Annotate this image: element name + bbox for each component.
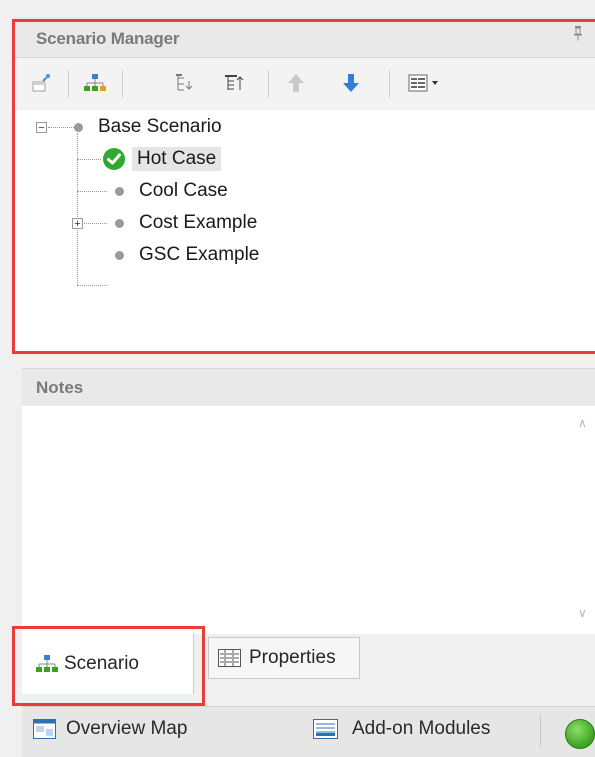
move-down-icon[interactable] [336, 68, 366, 98]
hierarchy-icon[interactable] [80, 68, 110, 98]
status-divider [540, 715, 541, 747]
add-on-modules-label: Add-on Modules [352, 718, 491, 739]
scenario-tree: − Base Scenario Hot Case Cool Case + Cos… [14, 112, 595, 353]
add-on-modules-icon [312, 717, 340, 741]
overview-map-label: Overview Map [66, 718, 188, 739]
expand-collapse-icon[interactable]: + [72, 218, 83, 230]
tab-scenario[interactable]: Scenario [22, 634, 194, 694]
properties-grid-icon [217, 647, 243, 669]
scroll-down-icon[interactable]: ∨ [578, 606, 587, 620]
tree-node-cost-example[interactable]: Cost Example [115, 208, 262, 238]
scenario-status-icon [115, 218, 124, 228]
scroll-up-icon[interactable]: ∧ [578, 416, 587, 430]
pin-icon[interactable] [573, 25, 583, 46]
tree-node-gsc-example[interactable]: GSC Example [115, 240, 264, 270]
tree-node-hot-case[interactable]: Hot Case [102, 144, 222, 174]
tree-node-label: Hot Case [132, 147, 222, 171]
tree-node-label: GSC Example [139, 244, 260, 265]
status-bar: Overview Map Add-on Modules [22, 706, 595, 757]
tab-label: Properties [249, 647, 336, 668]
scenario-status-icon [115, 186, 124, 196]
expand-collapse-icon[interactable]: − [36, 122, 47, 134]
collapse-tree-icon[interactable] [170, 68, 200, 98]
checkmark-icon [102, 147, 126, 171]
tree-node-label: Cool Case [139, 180, 228, 201]
add-on-modules-button[interactable]: Add-on Modules [312, 717, 490, 741]
tree-node-label: Cost Example [139, 212, 258, 233]
move-up-icon[interactable] [281, 68, 311, 98]
overview-map-button[interactable]: Overview Map [32, 717, 187, 741]
status-indicator-icon[interactable] [565, 719, 595, 749]
scenario-tree-icon [34, 653, 60, 675]
scenario-manager-header: Scenario Manager [14, 17, 595, 58]
scenario-status-icon [74, 122, 83, 132]
tree-node-cool-case[interactable]: Cool Case [115, 176, 233, 206]
view-options-icon[interactable] [403, 68, 447, 98]
panel-title: Scenario Manager [36, 29, 180, 48]
scenario-toolbar [14, 58, 595, 110]
sort-tree-icon[interactable] [219, 68, 249, 98]
notes-header: Notes [22, 368, 595, 408]
scenario-manager-panel: Scenario Manager − Base Scenario Hot Cas… [14, 17, 595, 353]
new-scenario-icon[interactable] [26, 68, 56, 98]
tab-properties[interactable]: Properties [208, 637, 360, 679]
notes-title: Notes [36, 378, 84, 397]
overview-map-icon [32, 717, 58, 741]
tree-node-label: Base Scenario [98, 116, 222, 137]
scenario-status-icon [115, 250, 124, 260]
tab-label: Scenario [64, 653, 139, 674]
tree-node-base-scenario[interactable]: Base Scenario [74, 112, 227, 142]
notes-scrollbar[interactable]: ∧ ∨ [575, 406, 595, 634]
panel-tabs: Scenario Properties [22, 634, 595, 694]
notes-textarea[interactable] [22, 406, 575, 634]
